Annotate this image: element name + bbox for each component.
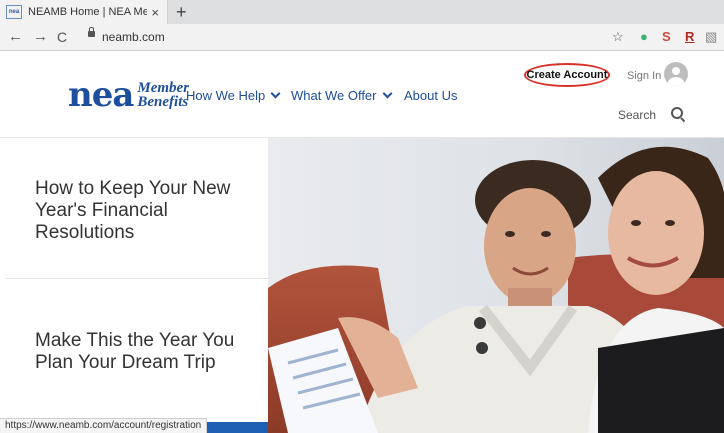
green-extension-icon[interactable]: ● (640, 29, 648, 44)
nav-what-we-offer[interactable]: What We Offer (291, 88, 392, 103)
nea-member-benefits-logo[interactable]: nea Member Benefits (68, 78, 189, 112)
lock-icon (88, 27, 95, 37)
s-extension-icon[interactable]: S (662, 29, 671, 44)
tab-close-icon[interactable]: × (151, 5, 159, 20)
chevron-down-icon (270, 88, 281, 99)
forward-button[interactable]: → (33, 28, 48, 45)
story-link-financial-resolutions[interactable]: How to Keep Your New Year's Financial Re… (35, 178, 235, 244)
star-icon[interactable]: ☆ (612, 29, 624, 45)
address-bar: ← → C neamb.com ☆ ● S R ▧ (0, 24, 724, 51)
nav-about-us[interactable]: About Us (404, 88, 457, 103)
story-divider (6, 278, 268, 279)
create-account-link[interactable]: Create Account (524, 63, 610, 87)
sign-in-link[interactable]: Sign In (627, 70, 661, 82)
back-button[interactable]: ← (8, 28, 23, 45)
url-field[interactable]: neamb.com (102, 30, 165, 44)
search-label[interactable]: Search (618, 108, 656, 122)
browser-tab-strip: nea NEAMB Home | NEA Member E × + (0, 0, 724, 24)
search-icon[interactable] (671, 107, 683, 119)
nav-how-we-help[interactable]: How We Help (186, 88, 281, 103)
chevron-down-icon (382, 88, 392, 99)
neamb-favicon-icon: nea (6, 5, 22, 19)
logo-member-benefits-text: Member Benefits (137, 81, 189, 110)
nav-what-we-offer-label: What We Offer (291, 88, 377, 103)
logo-nea-text: nea (68, 75, 134, 115)
couple-photo-illustration (268, 138, 724, 433)
user-avatar-icon[interactable] (664, 62, 688, 86)
hero-photo[interactable] (268, 138, 724, 433)
status-bar-url: https://www.neamb.com/account/registrati… (0, 418, 208, 433)
featured-stories: How to Keep Your New Year's Financial Re… (0, 138, 268, 433)
logo-benefits: Benefits (137, 94, 189, 110)
reload-button[interactable]: C (57, 29, 67, 45)
tab-title: NEAMB Home | NEA Member E (28, 6, 148, 18)
browser-tab[interactable]: nea NEAMB Home | NEA Member E × (0, 0, 168, 24)
menu-extension-icon[interactable]: ▧ (705, 29, 717, 45)
nav-about-us-label: About Us (404, 88, 458, 103)
nav-how-we-help-label: How We Help (186, 88, 266, 103)
new-tab-button[interactable]: + (176, 2, 187, 23)
story-link-dream-trip[interactable]: Make This the Year You Plan Your Dream T… (35, 330, 235, 374)
r-extension-icon[interactable]: R (685, 29, 694, 44)
